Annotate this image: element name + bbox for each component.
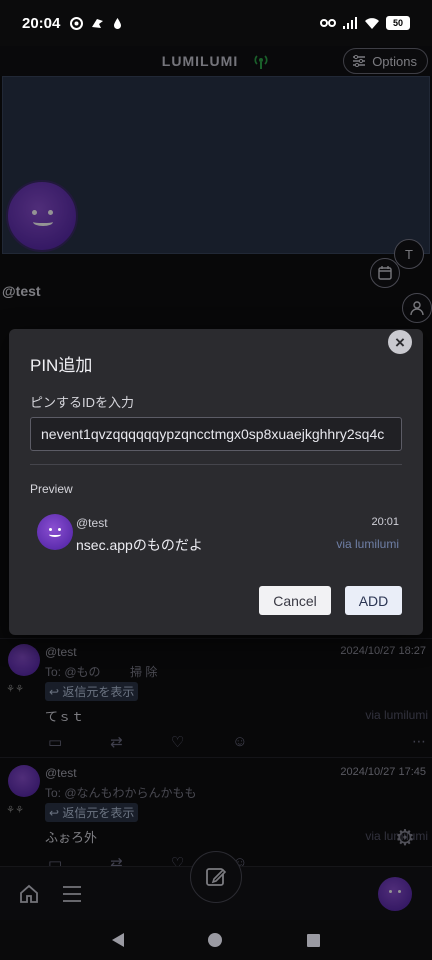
preview-via: via lumilumi bbox=[336, 537, 399, 551]
preview-handle: @test bbox=[76, 516, 108, 530]
recents-icon[interactable] bbox=[306, 933, 320, 947]
status-time: 20:04 bbox=[22, 14, 61, 32]
link-icon bbox=[320, 19, 336, 27]
home-system-icon[interactable] bbox=[208, 933, 223, 947]
preview-time: 20:01 bbox=[371, 516, 399, 528]
signal-icon bbox=[343, 16, 357, 29]
preview-avatar bbox=[37, 514, 73, 550]
drop-icon bbox=[114, 17, 122, 29]
system-indicators: 50 bbox=[320, 16, 410, 30]
cancel-button[interactable]: Cancel bbox=[259, 586, 331, 615]
back-icon[interactable] bbox=[112, 933, 125, 947]
system-nav bbox=[0, 920, 432, 960]
preview-content: nsec.appのものだよ bbox=[76, 537, 203, 553]
pin-id-label: ピンするIDを入力 bbox=[30, 395, 135, 410]
dialog-title: PIN追加 bbox=[30, 356, 93, 375]
pin-id-input[interactable] bbox=[30, 417, 402, 451]
pin-dialog: PIN追加 ピンするIDを入力 Preview @test 20:01 nsec… bbox=[9, 329, 423, 635]
battery-icon: 50 bbox=[386, 16, 410, 30]
status-bar: 20:04 50 bbox=[0, 0, 432, 46]
bird-icon bbox=[92, 18, 104, 28]
wifi-icon bbox=[365, 17, 379, 29]
dialog-divider bbox=[30, 464, 402, 465]
preview-label: Preview bbox=[30, 482, 73, 496]
notification-icons bbox=[70, 16, 123, 30]
chrome-icon bbox=[70, 16, 84, 30]
close-icon[interactable]: × bbox=[388, 330, 412, 354]
add-button[interactable]: ADD bbox=[345, 586, 402, 615]
